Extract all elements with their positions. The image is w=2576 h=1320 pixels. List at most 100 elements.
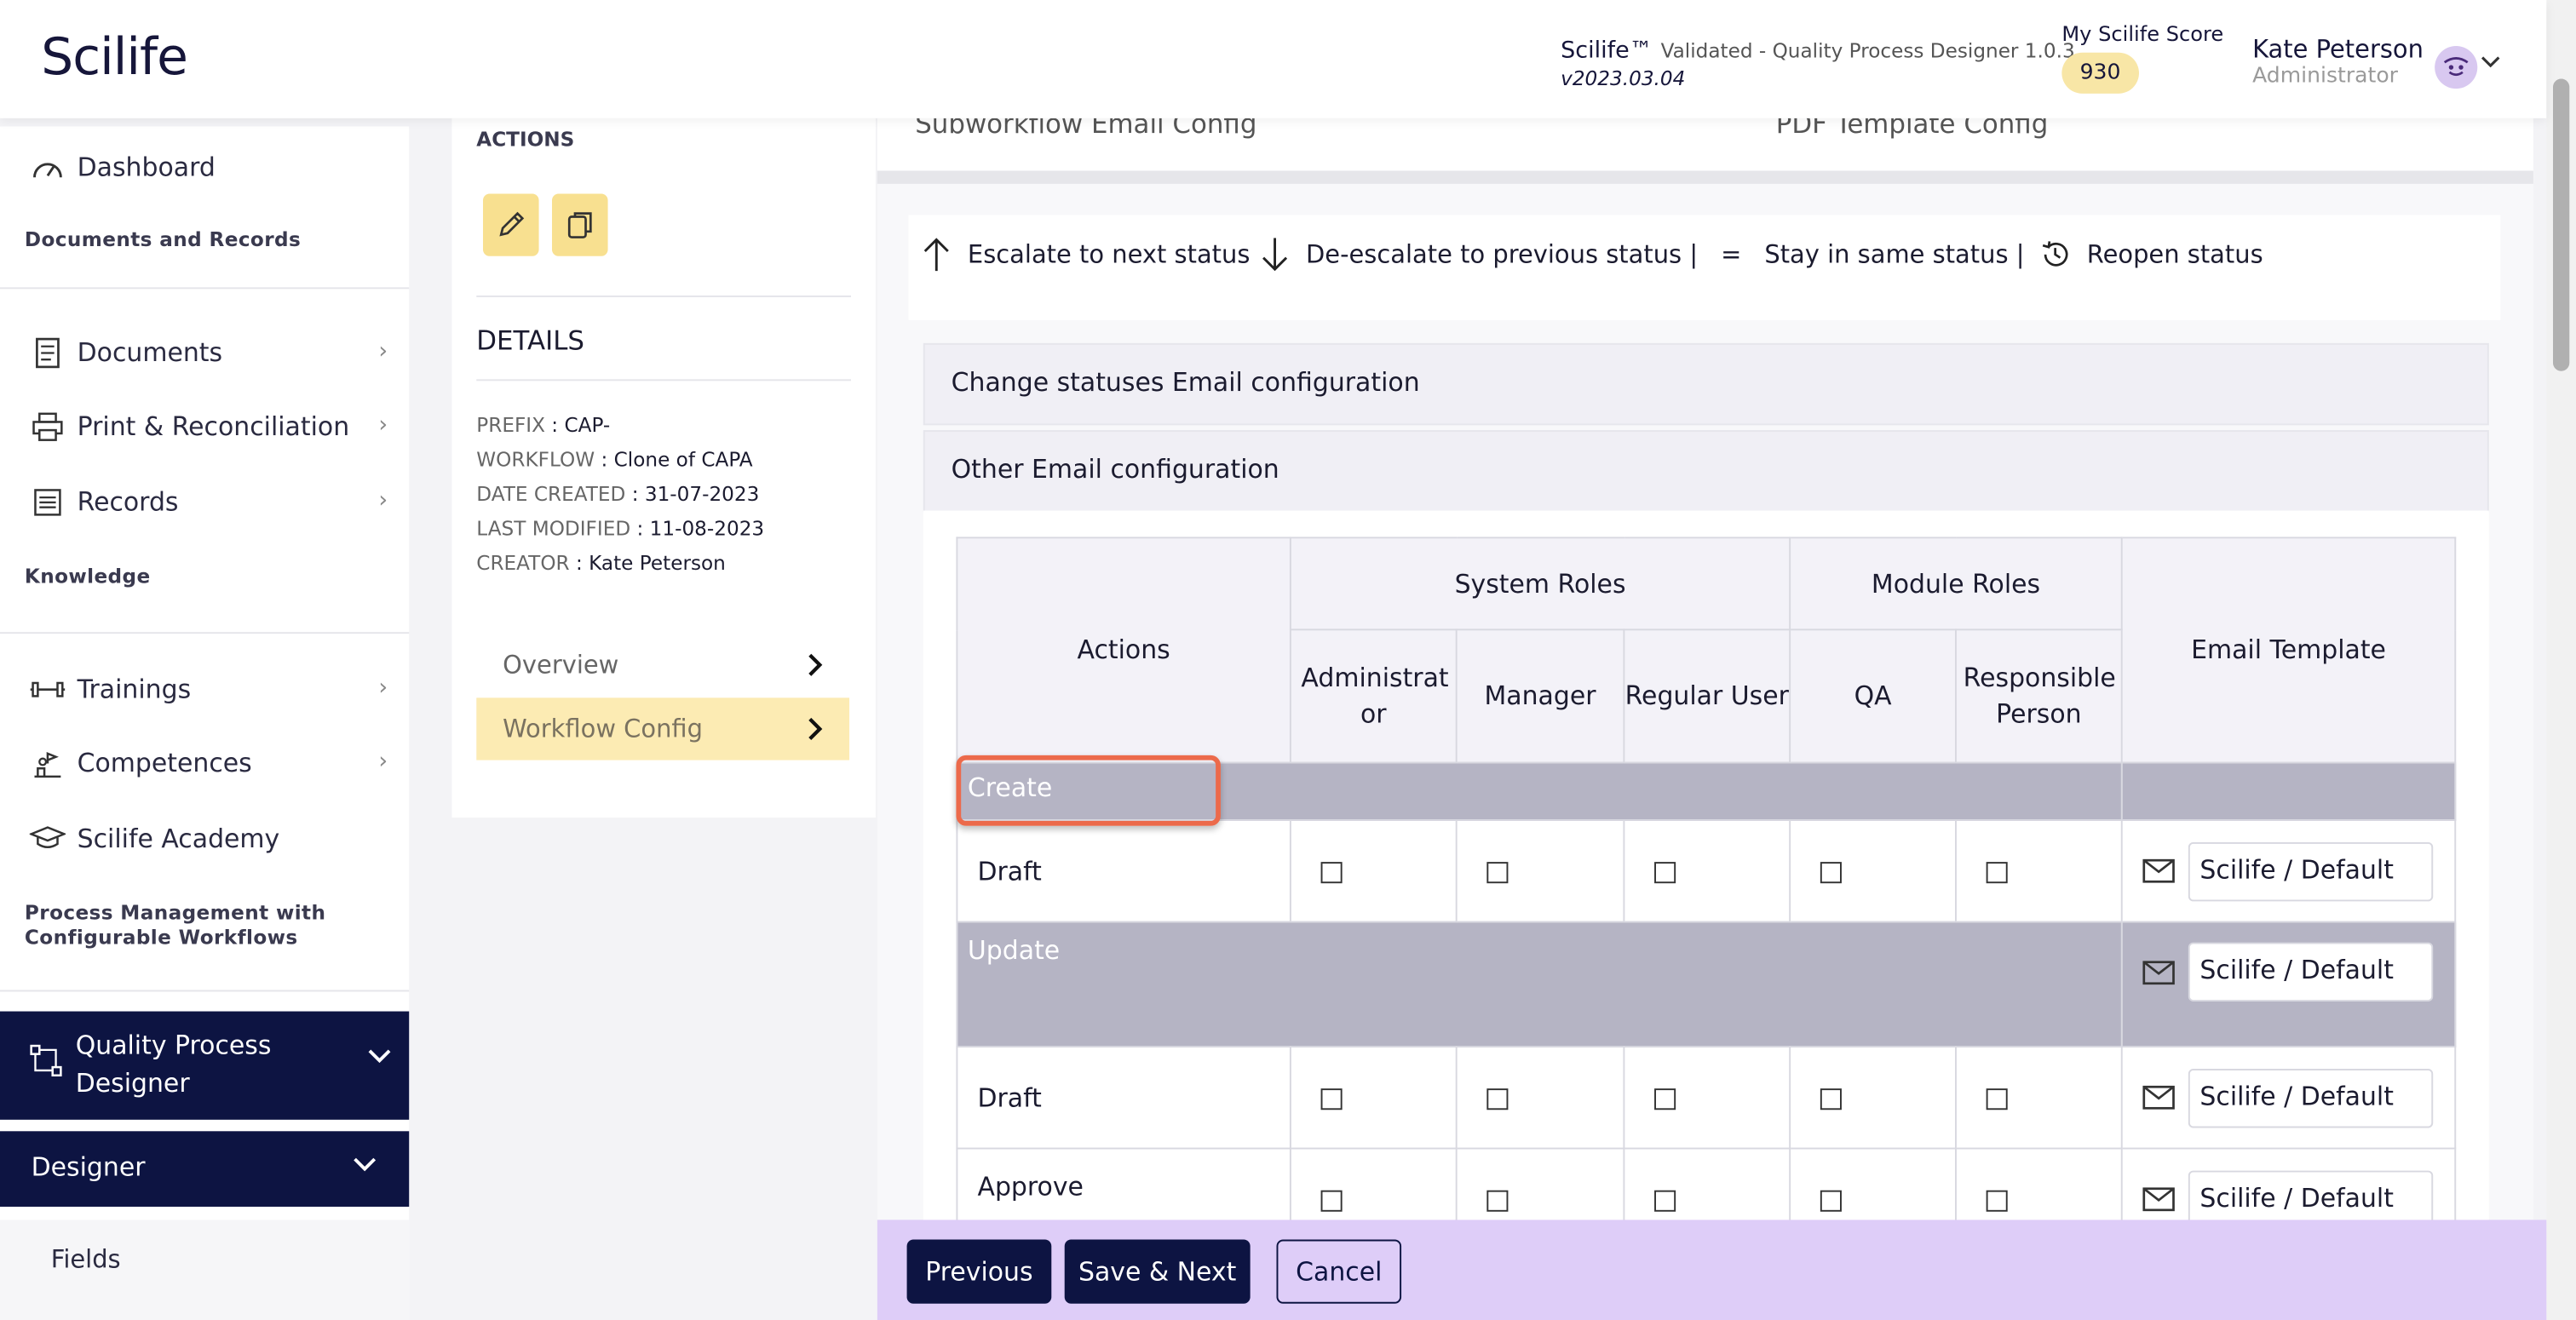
accordion-other-email-config[interactable]: Other Email configuration (923, 430, 2489, 513)
regular-user-checkbox[interactable] (1654, 1189, 1676, 1211)
envelope-icon[interactable] (2142, 960, 2176, 984)
qa-checkbox[interactable] (1820, 1189, 1842, 1211)
envelope-icon[interactable] (2142, 858, 2176, 883)
regular-user-checkbox[interactable] (1654, 861, 1676, 883)
legend-escalate: Escalate to next status (967, 239, 1251, 270)
sidebar-item-documents[interactable]: Documents › (30, 335, 394, 370)
responsible-person-checkbox[interactable] (1986, 1088, 2008, 1110)
row-action-label: Draft (956, 1046, 1291, 1150)
sidebar-item-quality-process-designer[interactable]: Quality Process Designer (0, 1011, 410, 1120)
tab-subworkflow-email-config[interactable]: Subworkflow Email Config (915, 118, 1256, 140)
divider (476, 296, 851, 297)
sidebar-item-records[interactable]: Records › (30, 485, 394, 520)
chevron-right-icon: › (378, 487, 388, 514)
equals-icon: = (1721, 239, 1742, 270)
score-label: My Scilife Score (2061, 21, 2224, 46)
detail-last-modified: LAST MODIFIED : 11-08-2023 (476, 517, 765, 541)
copy-button[interactable] (551, 193, 608, 256)
sidebar-item-label: Print & Reconciliation (77, 411, 350, 442)
chevron-down-icon[interactable] (2481, 55, 2500, 71)
copy-icon (567, 212, 592, 238)
table-row: Draft Scilife / Default (956, 819, 2457, 923)
arrow-up-icon (923, 238, 949, 272)
responsible-person-checkbox[interactable] (1986, 861, 2008, 883)
legend-deescalate: De-escalate to previous status | (1306, 239, 1699, 270)
checkbox-cell (1955, 1046, 2123, 1150)
detail-creator: CREATOR : Kate Peterson (476, 551, 726, 575)
chevron-right-icon: › (378, 411, 388, 439)
col-header-qa: QA (1789, 628, 1957, 764)
document-icon (30, 335, 66, 370)
avatar[interactable] (2435, 45, 2478, 89)
user-menu[interactable]: Kate Peterson Administrator (2252, 34, 2424, 89)
manager-checkbox[interactable] (1486, 1088, 1509, 1110)
col-header-actions: Actions (956, 537, 1291, 764)
save-next-button[interactable]: Save & Next (1064, 1239, 1251, 1304)
chevron-right-icon: › (378, 674, 388, 702)
tab-pdf-template-config[interactable]: PDF Template Config (1776, 118, 2049, 140)
envelope-icon[interactable] (2142, 1085, 2176, 1110)
regular-user-checkbox[interactable] (1654, 1088, 1676, 1110)
responsible-person-checkbox[interactable] (1986, 1189, 2008, 1211)
checkbox-cell (1955, 819, 2123, 923)
sidebar-item-dashboard[interactable]: Dashboard (30, 149, 394, 185)
detail-key: WORKFLOW (476, 448, 595, 472)
checkbox-cell (1455, 1046, 1625, 1150)
envelope-icon[interactable] (2142, 1187, 2176, 1212)
highlight-annotation (956, 755, 1221, 826)
chevron-right-icon: › (378, 749, 388, 775)
administrator-checkbox[interactable] (1320, 1088, 1343, 1110)
checkbox-cell (1289, 819, 1458, 923)
sidebar-item-scilife-academy[interactable]: Scilife Academy (29, 821, 394, 857)
sidebar-section-documents-records: Documents and Records (24, 227, 302, 251)
sidebar-item-fields[interactable]: Fields (0, 1220, 410, 1320)
checkbox-cell (1623, 819, 1791, 923)
manager-checkbox[interactable] (1486, 861, 1509, 883)
chevron-down-icon (354, 1157, 377, 1172)
manager-checkbox[interactable] (1486, 1189, 1509, 1211)
scilife-score[interactable]: My Scilife Score 930 (2061, 21, 2223, 94)
legend-reopen: Reopen status (2086, 239, 2263, 270)
graduation-cap-icon (29, 821, 66, 857)
sidebar-item-label: Fields (50, 1244, 121, 1275)
divider (0, 990, 410, 992)
qa-checkbox[interactable] (1820, 1088, 1842, 1110)
sidebar-item-competences[interactable]: Competences › (30, 745, 394, 781)
scilife-logo[interactable]: Scilife (41, 28, 188, 87)
sidebar-item-trainings[interactable]: Trainings › (30, 671, 394, 707)
nav-overview[interactable]: Overview (476, 634, 849, 696)
detail-key: CREATOR (476, 551, 570, 575)
actions-label: ACTIONS (476, 128, 575, 152)
sidebar: Dashboard Documents and Records Document… (0, 126, 410, 1320)
previous-button[interactable]: Previous (906, 1239, 1052, 1304)
dumbbell-icon (30, 671, 66, 707)
administrator-checkbox[interactable] (1320, 861, 1343, 883)
col-header-email-template: Email Template (2120, 537, 2457, 764)
accordion-change-statuses[interactable]: Change statuses Email configuration (923, 342, 2489, 426)
edit-button[interactable] (482, 193, 539, 256)
nav-workflow-config[interactable]: Workflow Config (476, 697, 850, 760)
app-description: Validated - Quality Process Designer 1.0… (1660, 39, 2075, 63)
email-template-select[interactable]: Scilife / Default (2188, 1068, 2434, 1128)
cancel-button[interactable]: Cancel (1276, 1239, 1402, 1304)
sidebar-item-designer[interactable]: Designer (0, 1131, 410, 1207)
sidebar-item-print-reconciliation[interactable]: Print & Reconciliation › (30, 409, 394, 445)
col-header-administrator: Administrat or (1289, 628, 1458, 764)
footer-action-bar: Previous Save & Next Cancel (877, 1220, 2547, 1320)
scrollbar-thumb[interactable] (2552, 78, 2570, 371)
gauge-icon (30, 149, 66, 185)
email-template-select[interactable]: Scilife / Default (2188, 942, 2434, 1001)
printer-icon (30, 409, 66, 445)
details-panel: ACTIONS DETAILS PREFIX : CAP- WORKFLOW :… (451, 118, 876, 818)
table-row-group-update: Update Scilife / Default (956, 921, 2457, 1047)
details-title: DETAILS (476, 324, 584, 357)
email-template-select[interactable]: Scilife / Default (2188, 841, 2434, 901)
app-name: Scilife™ (1561, 37, 1653, 65)
administrator-checkbox[interactable] (1320, 1189, 1343, 1211)
qa-checkbox[interactable] (1820, 861, 1842, 883)
detail-key: DATE CREATED (476, 482, 626, 506)
sidebar-item-label: Competences (77, 749, 252, 778)
page-scrollbar[interactable] (2546, 0, 2576, 1320)
sidebar-item-label: Designer (31, 1152, 146, 1183)
divider (0, 287, 410, 290)
